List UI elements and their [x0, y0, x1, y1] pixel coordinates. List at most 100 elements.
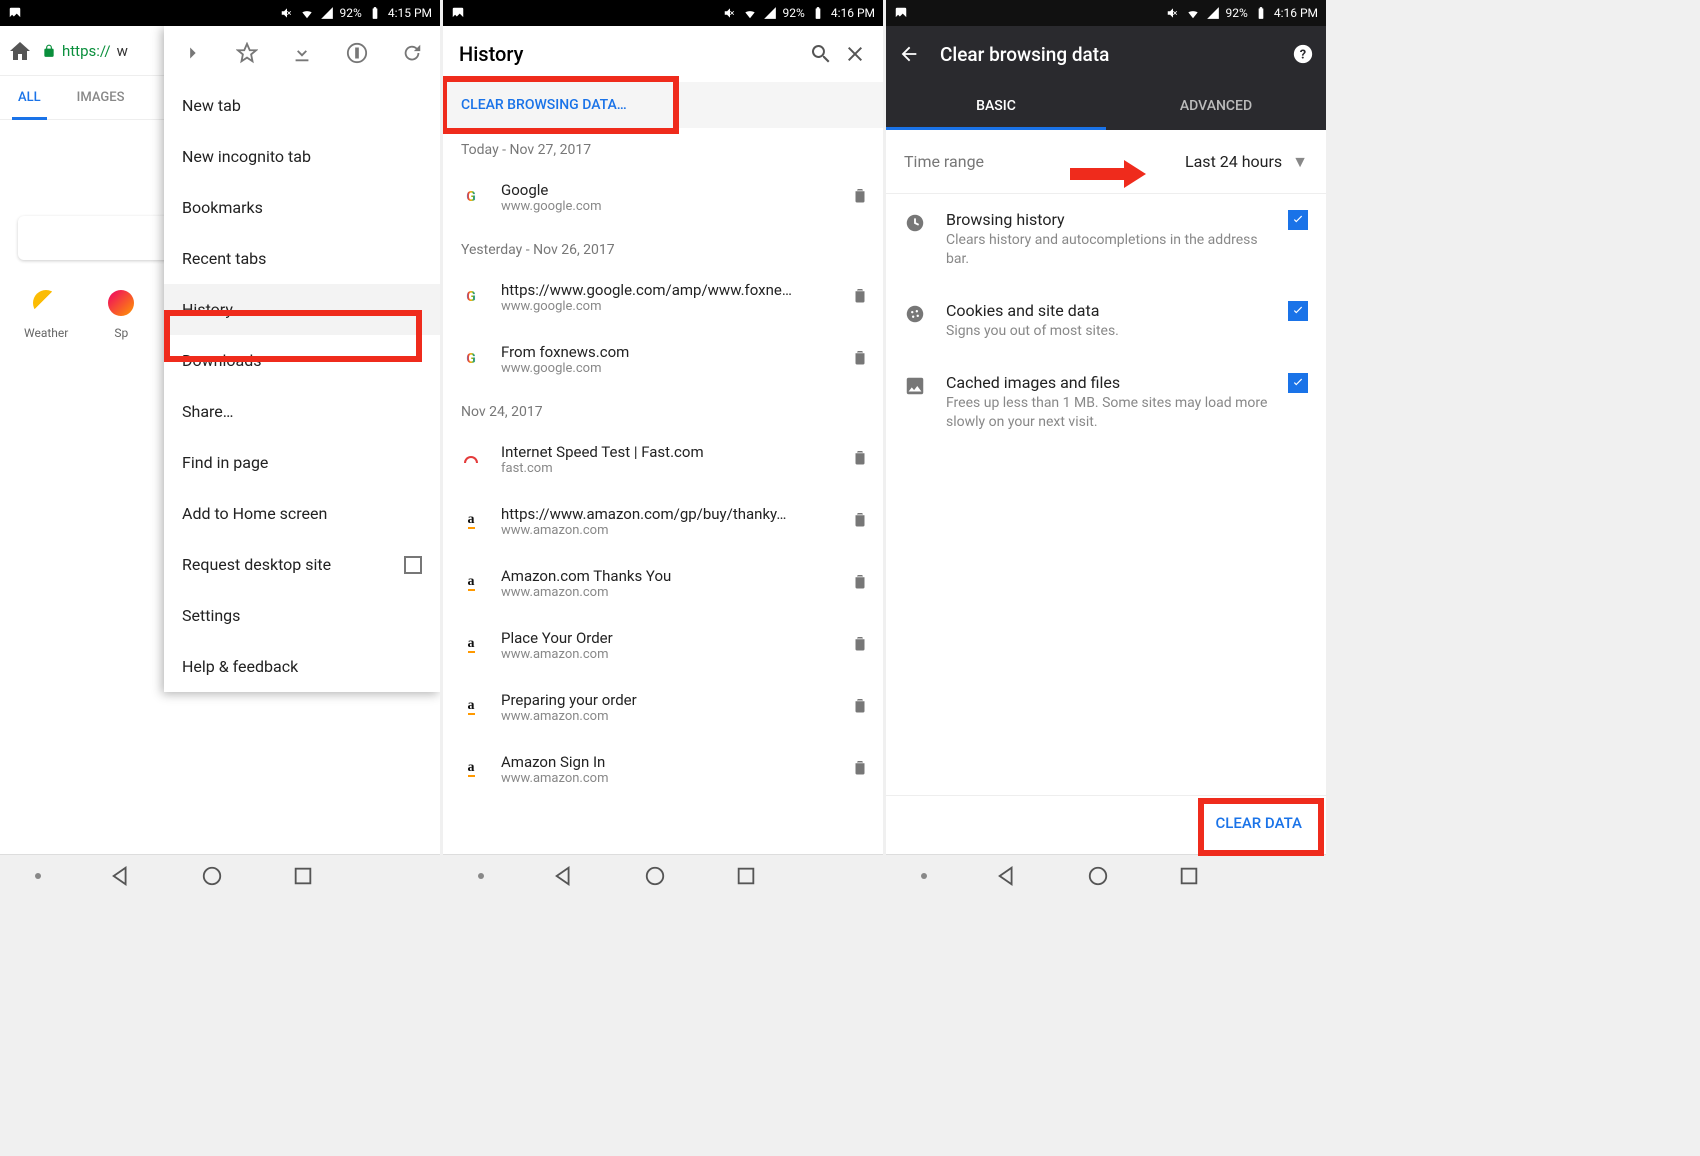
- clear-browsing-data-button[interactable]: CLEAR BROWSING DATA…: [443, 82, 883, 128]
- history-header: History: [443, 26, 883, 82]
- nav-recent-icon[interactable]: [735, 865, 757, 887]
- nav-apps-icon[interactable]: [478, 873, 484, 879]
- close-icon[interactable]: [843, 42, 867, 66]
- reload-icon[interactable]: [401, 42, 423, 64]
- history-entry[interactable]: GFrom foxnews.comwww.google.com: [443, 328, 883, 390]
- favicon: a: [457, 761, 485, 777]
- help-icon[interactable]: ?: [1292, 43, 1314, 65]
- menu-desktop-site[interactable]: Request desktop site: [164, 539, 440, 590]
- signal-icon: [1206, 6, 1220, 20]
- clock-icon: [904, 212, 926, 234]
- nav-back-icon[interactable]: [996, 865, 1018, 887]
- checkbox-cache[interactable]: [1288, 373, 1308, 393]
- mute-icon: [1166, 6, 1180, 20]
- history-entry[interactable]: aPreparing your orderwww.amazon.com: [443, 676, 883, 738]
- menu-recent-tabs[interactable]: Recent tabs: [164, 233, 440, 284]
- delete-entry-button[interactable]: [851, 448, 869, 470]
- delete-entry-button[interactable]: [851, 696, 869, 718]
- delete-entry-button[interactable]: [851, 286, 869, 308]
- checkbox-history[interactable]: [1288, 210, 1308, 230]
- checkbox-cookies[interactable]: [1288, 301, 1308, 321]
- nav-home-icon[interactable]: [644, 865, 666, 887]
- delete-entry-button[interactable]: [851, 634, 869, 656]
- desktop-checkbox[interactable]: [404, 556, 422, 574]
- history-entry-url: www.google.com: [501, 361, 835, 376]
- option-browsing-history[interactable]: Browsing history Clears history and auto…: [886, 194, 1326, 285]
- tab-advanced[interactable]: ADVANCED: [1106, 82, 1326, 130]
- history-entry[interactable]: Internet Speed Test | Fast.comfast.com: [443, 428, 883, 490]
- signal-icon: [320, 6, 334, 20]
- cookie-icon: [904, 303, 926, 325]
- favicon: G: [457, 189, 485, 205]
- menu-settings[interactable]: Settings: [164, 590, 440, 641]
- nav-recent-icon[interactable]: [292, 865, 314, 887]
- url-https: https://: [62, 42, 111, 60]
- nav-home-icon[interactable]: [1087, 865, 1109, 887]
- download-icon[interactable]: [291, 42, 313, 64]
- status-bar: 92% 4:16 PM: [886, 0, 1326, 26]
- menu-find[interactable]: Find in page: [164, 437, 440, 488]
- back-arrow-icon[interactable]: [898, 43, 920, 65]
- clear-data-button[interactable]: CLEAR DATA: [1201, 800, 1316, 846]
- status-bar: 92% 4:15 PM: [0, 0, 440, 26]
- history-entry-url: www.amazon.com: [501, 709, 835, 724]
- home-icon[interactable]: [8, 39, 32, 63]
- status-time: 4:16 PM: [1274, 6, 1318, 20]
- info-icon[interactable]: [346, 42, 368, 64]
- history-list: Today - Nov 27, 2017GGooglewww.google.co…: [443, 128, 883, 854]
- history-entry[interactable]: Ghttps://www.google.com/amp/www.foxne…ww…: [443, 266, 883, 328]
- delete-entry-button[interactable]: [851, 186, 869, 208]
- history-entry[interactable]: aAmazon Sign Inwww.amazon.com: [443, 738, 883, 800]
- menu-bookmarks[interactable]: Bookmarks: [164, 182, 440, 233]
- shortcut-sports[interactable]: Sp: [108, 290, 134, 340]
- tab-all[interactable]: ALL: [14, 76, 45, 119]
- star-icon[interactable]: [236, 42, 258, 64]
- android-nav-bar: [443, 854, 883, 896]
- delete-entry-button[interactable]: [851, 510, 869, 532]
- menu-new-tab[interactable]: New tab: [164, 80, 440, 131]
- history-entry[interactable]: ahttps://www.amazon.com/gp/buy/thanky…ww…: [443, 490, 883, 552]
- delete-entry-button[interactable]: [851, 758, 869, 780]
- nav-back-icon[interactable]: [553, 865, 575, 887]
- weather-icon: [33, 290, 59, 316]
- sports-icon: [108, 290, 134, 316]
- clear-data-title: Clear browsing data: [940, 43, 1272, 66]
- favicon: [457, 456, 485, 463]
- battery-icon: [1254, 6, 1268, 20]
- nav-recent-icon[interactable]: [1178, 865, 1200, 887]
- search-icon[interactable]: [809, 42, 833, 66]
- tab-basic[interactable]: BASIC: [886, 82, 1106, 130]
- menu-history[interactable]: History: [164, 284, 440, 335]
- chevron-down-icon: ▼: [1292, 152, 1308, 172]
- history-entry-title: Place Your Order: [501, 629, 835, 647]
- menu-add-home[interactable]: Add to Home screen: [164, 488, 440, 539]
- menu-help[interactable]: Help & feedback: [164, 641, 440, 692]
- forward-icon[interactable]: [181, 42, 203, 64]
- wifi-icon: [300, 6, 314, 20]
- menu-new-incognito[interactable]: New incognito tab: [164, 131, 440, 182]
- menu-downloads[interactable]: Downloads: [164, 335, 440, 386]
- nav-back-icon[interactable]: [110, 865, 132, 887]
- battery-text: 92%: [340, 6, 362, 20]
- nav-apps-icon[interactable]: [35, 873, 41, 879]
- history-entry-title: Internet Speed Test | Fast.com: [501, 443, 835, 461]
- option-cookies[interactable]: Cookies and site data Signs you out of m…: [886, 285, 1326, 357]
- history-entry-url: www.amazon.com: [501, 585, 835, 600]
- battery-text: 92%: [783, 6, 805, 20]
- history-entry[interactable]: aAmazon.com Thanks Youwww.amazon.com: [443, 552, 883, 614]
- picture-icon: [8, 6, 22, 20]
- menu-share[interactable]: Share…: [164, 386, 440, 437]
- history-entry[interactable]: GGooglewww.google.com: [443, 166, 883, 228]
- history-entry-title: Amazon.com Thanks You: [501, 567, 835, 585]
- delete-entry-button[interactable]: [851, 572, 869, 594]
- nav-apps-icon[interactable]: [921, 873, 927, 879]
- history-entry-title: Preparing your order: [501, 691, 835, 709]
- shortcut-weather[interactable]: Weather: [24, 290, 68, 340]
- delete-entry-button[interactable]: [851, 348, 869, 370]
- history-entry[interactable]: aPlace Your Orderwww.amazon.com: [443, 614, 883, 676]
- tab-images[interactable]: IMAGES: [73, 76, 129, 119]
- history-date-header: Nov 24, 2017: [443, 390, 883, 428]
- option-cache[interactable]: Cached images and files Frees up less th…: [886, 357, 1326, 448]
- nav-home-icon[interactable]: [201, 865, 223, 887]
- time-range-row[interactable]: Time range Last 24 hours ▼: [886, 130, 1326, 194]
